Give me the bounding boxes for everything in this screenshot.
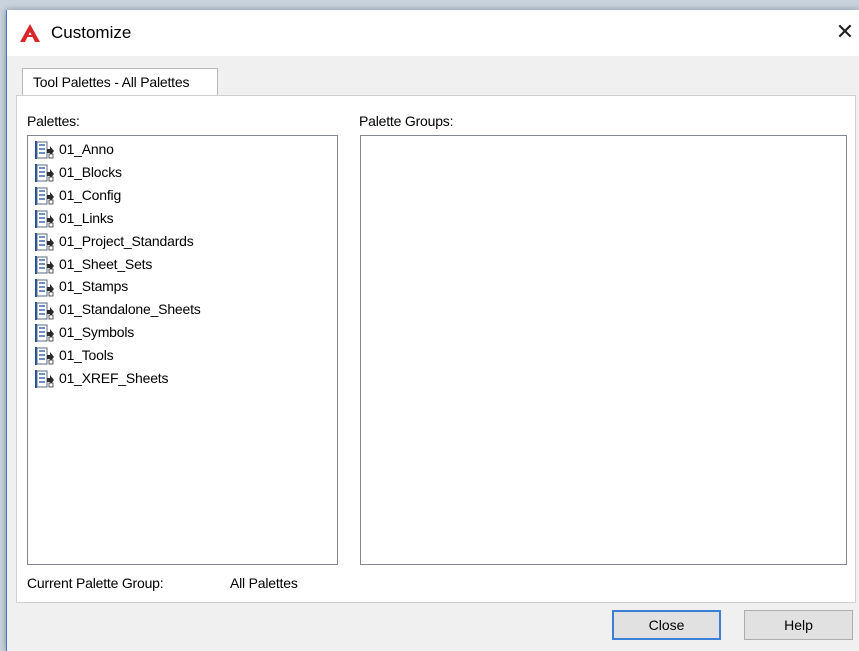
palette-item-label: 01_Blocks [59, 163, 122, 180]
tab-tool-palettes[interactable]: Tool Palettes - All Palettes [22, 68, 218, 96]
autocad-app-icon [20, 24, 40, 42]
palette-list-item[interactable]: 01_XREF_Sheets [34, 367, 168, 389]
tool-palette-icon [34, 301, 56, 321]
palette-groups-tree[interactable] [360, 135, 847, 565]
palettes-list[interactable]: 01_Anno 01_Blocks 01_Config 01_Links 01_… [27, 135, 338, 565]
palette-item-label: 01_Stamps [59, 278, 129, 295]
help-button[interactable]: Help [744, 610, 853, 640]
tool-palette-icon [34, 346, 56, 366]
current-palette-group-label: Current Palette Group: [27, 575, 164, 591]
palette-item-label: 01_XREF_Sheets [59, 370, 169, 386]
close-window-icon[interactable]: ✕ [831, 18, 859, 46]
tool-palette-icon [34, 323, 56, 343]
window-title: Customize [51, 23, 132, 42]
palette-item-label: 01_Anno [59, 141, 114, 157]
palette-list-item[interactable]: 01_Blocks [34, 161, 122, 183]
tab-panel: Palettes: Palette Groups: 01_Anno 01_Blo… [16, 95, 856, 603]
palette-list-item[interactable]: 01_Tools [34, 344, 114, 366]
palette-item-label: 01_Project_Standards [59, 232, 194, 249]
title-bar[interactable]: Customize ✕ [7, 10, 859, 56]
current-palette-group-value: All Palettes [230, 575, 298, 591]
palette-item-label: 01_Tools [59, 347, 114, 364]
palette-item-label: 01_Symbols [59, 324, 135, 341]
tool-palette-icon [34, 140, 56, 160]
tool-palette-icon [34, 163, 56, 183]
tool-palette-icon [34, 232, 56, 252]
tool-palette-icon [34, 255, 56, 275]
tool-palette-icon [34, 186, 56, 206]
tool-palette-icon [34, 278, 56, 298]
palette-list-item[interactable]: 01_Standalone_Sheets [34, 298, 201, 320]
customize-dialog: Customize ✕ Tool Palettes - All Palettes… [6, 10, 859, 651]
palettes-label: Palettes: [27, 113, 80, 129]
tool-palette-icon [34, 369, 56, 389]
close-button[interactable]: Close [612, 610, 721, 640]
palette-list-item[interactable]: 01_Anno [34, 138, 114, 160]
palette-list-item[interactable]: 01_Project_Standards [34, 230, 194, 252]
palette-item-label: 01_Links [59, 209, 114, 226]
palette-item-label: 01_Config [59, 186, 122, 203]
palette-item-label: 01_Standalone_Sheets [59, 301, 201, 318]
tool-palette-icon [34, 209, 56, 229]
palette-groups-label: Palette Groups: [359, 113, 454, 129]
palette-list-item[interactable]: 01_Links [34, 207, 114, 229]
palette-list-item[interactable]: 01_Sheet_Sets [34, 253, 152, 275]
palette-list-item[interactable]: 01_Stamps [34, 275, 128, 297]
palette-item-label: 01_Sheet_Sets [59, 255, 153, 272]
palette-list-item[interactable]: 01_Symbols [34, 321, 134, 343]
palette-list-item[interactable]: 01_Config [34, 184, 121, 206]
